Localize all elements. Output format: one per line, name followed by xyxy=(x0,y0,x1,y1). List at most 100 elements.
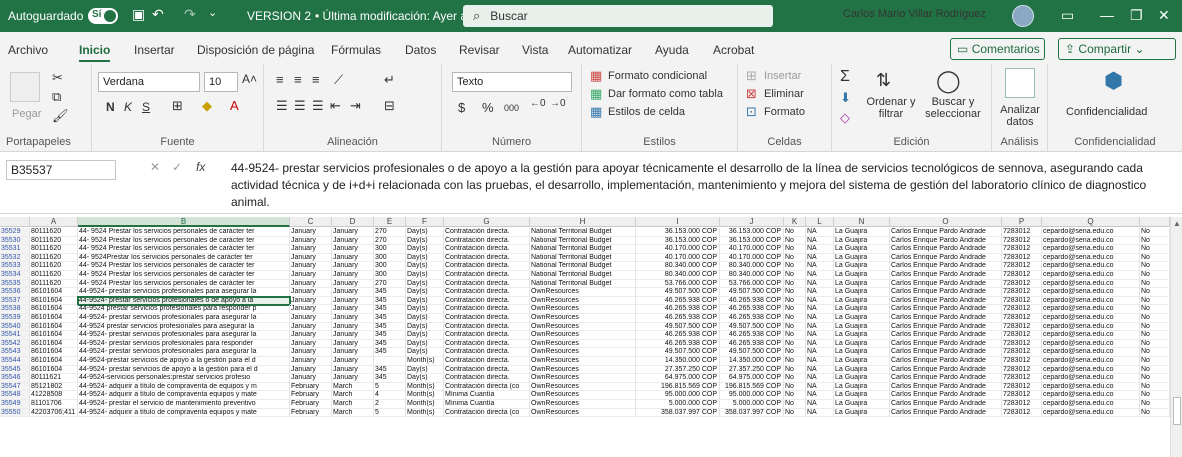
cell-description[interactable]: 44- 9524 Prestar los servicios personale… xyxy=(78,279,290,289)
cell-status[interactable]: NA xyxy=(806,262,834,271)
enter-icon[interactable]: ✓ xyxy=(172,160,182,174)
row-number[interactable]: 35542 xyxy=(0,339,30,349)
cell-modality[interactable]: Contratación directa. xyxy=(444,245,530,254)
cell-description[interactable]: 44-9524- prestar servicios profesionales… xyxy=(78,314,290,323)
cell-start-month[interactable]: January xyxy=(290,305,332,314)
cell-duration-unit[interactable]: Month(s) xyxy=(406,391,444,400)
orientation-icon[interactable]: ⟋ xyxy=(334,72,343,88)
cell-duration[interactable]: 4 xyxy=(374,391,406,400)
tab-insertar[interactable]: Insertar xyxy=(134,43,175,57)
cell-code[interactable]: 80111620 xyxy=(30,245,78,254)
cell-offer-month[interactable]: January xyxy=(332,253,374,263)
cell-start-month[interactable]: January xyxy=(290,253,332,263)
cell-code[interactable]: 80111620 xyxy=(30,228,78,237)
cell-modality[interactable]: Contratación directa. xyxy=(444,296,530,306)
cell-offer-month[interactable]: January xyxy=(332,245,374,254)
cell-description[interactable]: 44-9524 prestar servicios profesionales … xyxy=(78,305,290,314)
cell-phone[interactable]: 7283012 xyxy=(1002,408,1042,418)
avatar[interactable] xyxy=(1012,5,1034,27)
cell-modality[interactable]: Contratación directa. xyxy=(444,262,530,271)
cell-responsible[interactable]: Carlos Enrique Pardo Andrade xyxy=(890,408,1002,418)
document-title[interactable]: VERSION 2 xyxy=(247,9,311,23)
cell-phone[interactable]: 7283012 xyxy=(1002,322,1042,332)
cell-description[interactable]: 44- 9524 Prestar los servicios personale… xyxy=(78,271,290,280)
cell-flag[interactable]: No xyxy=(1140,288,1170,297)
cell-start-month[interactable]: January xyxy=(290,322,332,332)
cell-current-value[interactable]: 36.153.000 COP xyxy=(720,228,784,237)
cell-funding[interactable]: OwnResources xyxy=(530,400,636,409)
cell-code[interactable]: 86101604 xyxy=(30,365,78,375)
cell-offer-month[interactable]: January xyxy=(332,305,374,314)
cell-modality[interactable]: Contratación directa. xyxy=(444,305,530,314)
bold-button[interactable]: N xyxy=(106,100,115,114)
cell-total-value[interactable]: 49.507.500 COP xyxy=(636,322,720,332)
cell-total-value[interactable]: 196.815.569 COP xyxy=(636,382,720,392)
ribbon-display-icon[interactable]: ▭ xyxy=(1061,7,1074,24)
cell-phone[interactable]: 7283012 xyxy=(1002,339,1042,349)
cell-duration-unit[interactable]: Day(s) xyxy=(406,348,444,357)
insert-button[interactable]: Insertar xyxy=(764,70,801,82)
cell-phone[interactable]: 7283012 xyxy=(1002,296,1042,306)
cell-funding[interactable]: National Territorial Budget xyxy=(530,245,636,254)
column-header[interactable]: H xyxy=(530,217,636,227)
cell-offer-month[interactable]: January xyxy=(332,314,374,323)
cell-responsible[interactable]: Carlos Enrique Pardo Andrade xyxy=(890,382,1002,392)
cell-offer-month[interactable]: January xyxy=(332,357,374,366)
redo-icon[interactable]: ↷ xyxy=(184,6,196,23)
cell-flag[interactable]: No xyxy=(1140,382,1170,392)
cell-location[interactable]: La Guajira xyxy=(834,382,890,392)
sensitivity-button[interactable]: Confidencialidad xyxy=(1066,106,1147,118)
cell-responsible[interactable]: Carlos Enrique Pardo Andrade xyxy=(890,374,1002,383)
cell-responsible[interactable]: Carlos Enrique Pardo Andrade xyxy=(890,271,1002,280)
cell-email[interactable]: cepardo@sena.edu.co xyxy=(1042,357,1140,366)
tab-formulas[interactable]: Fórmulas xyxy=(331,43,381,57)
cell-modality[interactable]: Contratación directa. xyxy=(444,314,530,323)
cell-email[interactable]: cepardo@sena.edu.co xyxy=(1042,322,1140,332)
cell-status[interactable]: NA xyxy=(806,296,834,306)
cell-flag[interactable]: No xyxy=(1140,279,1170,289)
cell-current-value[interactable]: 53.766.000 COP xyxy=(720,279,784,289)
number-format-select[interactable]: Texto xyxy=(452,72,572,92)
cell-duration-unit[interactable]: Day(s) xyxy=(406,236,444,246)
cell-funding[interactable]: OwnResources xyxy=(530,305,636,314)
cell-responsible[interactable]: Carlos Enrique Pardo Andrade xyxy=(890,400,1002,409)
align-left-icon[interactable]: ☰ xyxy=(276,98,288,114)
cell-duration[interactable]: 345 xyxy=(374,365,406,375)
row-number[interactable]: 35539 xyxy=(0,314,30,323)
user-name[interactable]: Carlos Mario Villar Rodriguez xyxy=(843,8,986,20)
cell-future-years[interactable]: No xyxy=(784,296,806,306)
cell-modality[interactable]: Contratación directa. xyxy=(444,271,530,280)
cell-total-value[interactable]: 46.265.938 COP xyxy=(636,339,720,349)
font-size-select[interactable]: 10 xyxy=(204,72,238,92)
cell-duration[interactable]: 345 xyxy=(374,339,406,349)
scrollbar-thumb[interactable] xyxy=(1173,397,1181,425)
cell-email[interactable]: cepardo@sena.edu.co xyxy=(1042,288,1140,297)
grow-font-icon[interactable]: A˄ xyxy=(242,72,257,86)
format-cells-icon[interactable]: ⊡ xyxy=(746,104,757,120)
maximize-icon[interactable]: ❐ xyxy=(1130,7,1143,24)
cell-description[interactable]: 44-9524- prestar servicios profesionales… xyxy=(78,348,290,357)
cell-modality[interactable]: Mínima Cuantía xyxy=(444,400,530,409)
cell-future-years[interactable]: No xyxy=(784,262,806,271)
cell-start-month[interactable]: January xyxy=(290,348,332,357)
cell-total-value[interactable]: 80.340.000 COP xyxy=(636,271,720,280)
cell-phone[interactable]: 7283012 xyxy=(1002,374,1042,383)
cell-flag[interactable]: No xyxy=(1140,236,1170,246)
cell-responsible[interactable]: Carlos Enrique Pardo Andrade xyxy=(890,253,1002,263)
cell-duration-unit[interactable]: Day(s) xyxy=(406,253,444,263)
save-icon[interactable]: ▣ xyxy=(132,6,145,23)
cell-flag[interactable]: No xyxy=(1140,400,1170,409)
sort-filter-icon[interactable]: ⇅ xyxy=(876,70,891,91)
tab-revisar[interactable]: Revisar xyxy=(459,43,500,57)
cell-status[interactable]: NA xyxy=(806,322,834,332)
cell-responsible[interactable]: Carlos Enrique Pardo Andrade xyxy=(890,348,1002,357)
cell-funding[interactable]: OwnResources xyxy=(530,408,636,418)
autosum-icon[interactable]: Σ xyxy=(840,68,850,86)
cell-status[interactable]: NA xyxy=(806,357,834,366)
cell-flag[interactable]: No xyxy=(1140,408,1170,418)
cell-duration[interactable]: 345 xyxy=(374,288,406,297)
cell-offer-month[interactable]: January xyxy=(332,339,374,349)
cell-duration-unit[interactable]: Day(s) xyxy=(406,296,444,306)
column-header[interactable]: B xyxy=(78,217,290,227)
cell-email[interactable]: cepardo@sena.edu.co xyxy=(1042,374,1140,383)
